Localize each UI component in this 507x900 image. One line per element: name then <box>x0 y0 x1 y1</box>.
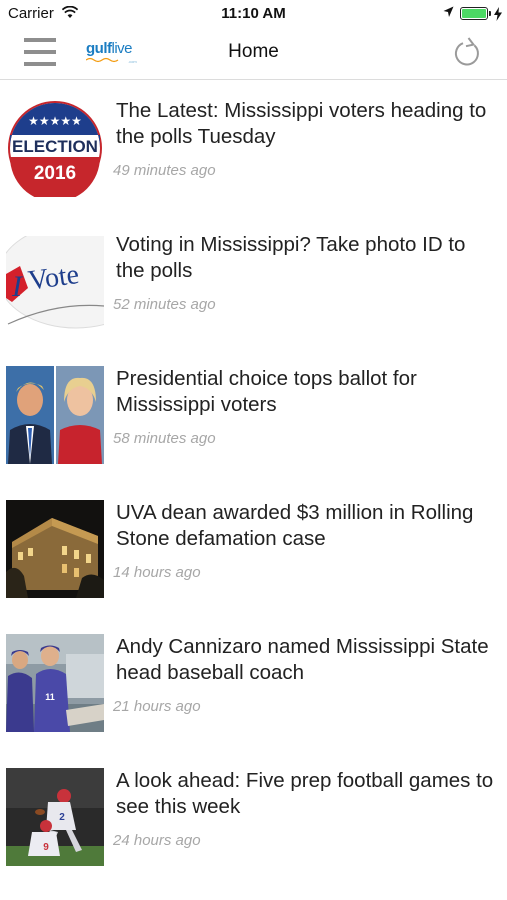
campus-building-thumbnail <box>6 500 104 598</box>
election-label: ELECTION <box>12 137 98 156</box>
article-timestamp: 14 hours ago <box>113 564 201 581</box>
article-headline: A look ahead: Five prep football games t… <box>116 769 494 818</box>
article-headline: UVA dean awarded $3 million in Rolling S… <box>116 501 474 550</box>
navigation-bar: gulflive .com Home <box>0 28 507 80</box>
i-vote-sticker-thumbnail: I Vote <box>6 236 104 334</box>
candidates-thumbnail <box>6 366 104 464</box>
list-item[interactable]: Presidential choice tops ballot for Miss… <box>0 362 507 496</box>
football-game-thumbnail: 2 9 <box>6 768 104 866</box>
location-arrow-icon <box>443 6 454 17</box>
clock: 11:10 AM <box>221 5 286 22</box>
charging-bolt-icon <box>494 7 502 21</box>
article-timestamp: 24 hours ago <box>113 832 201 849</box>
article-headline: Andy Cannizaro named Mississippi State h… <box>116 635 489 684</box>
article-headline: Voting in Mississippi? Take photo ID to … <box>116 233 466 282</box>
list-item[interactable]: 2 9 A look ahead: Five prep football gam… <box>0 764 507 898</box>
battery-tip <box>489 11 491 16</box>
list-item[interactable]: UVA dean awarded $3 million in Rolling S… <box>0 496 507 630</box>
election-2016-thumbnail: ★★★★★ ELECTION 2016 <box>6 99 104 197</box>
election-year-label: 2016 <box>34 163 76 184</box>
svg-text:2: 2 <box>59 812 65 823</box>
page-title: Home <box>228 41 279 62</box>
article-timestamp: 49 minutes ago <box>113 162 216 179</box>
article-headline: Presidential choice tops ballot for Miss… <box>116 367 417 416</box>
baseball-coaches-thumbnail: 11 <box>6 634 104 732</box>
article-timestamp: 52 minutes ago <box>113 296 216 313</box>
svg-text:9: 9 <box>43 842 49 853</box>
list-item[interactable]: ★★★★★ ELECTION 2016 The Latest: Mississi… <box>0 94 507 228</box>
status-bar: Carrier 11:10 AM <box>0 0 507 28</box>
svg-text:11: 11 <box>45 692 55 702</box>
article-timestamp: 21 hours ago <box>113 698 201 715</box>
list-item[interactable]: I Vote Voting in Mississippi? Take photo… <box>0 228 507 362</box>
article-headline: The Latest: Mississippi voters heading t… <box>116 99 487 148</box>
refresh-icon[interactable] <box>452 36 482 70</box>
battery-icon <box>460 7 488 20</box>
svg-text:★★★★★: ★★★★★ <box>28 114 82 128</box>
list-item[interactable]: 11 Andy Cannizaro named Mississippi Stat… <box>0 630 507 764</box>
article-timestamp: 58 minutes ago <box>113 430 216 447</box>
